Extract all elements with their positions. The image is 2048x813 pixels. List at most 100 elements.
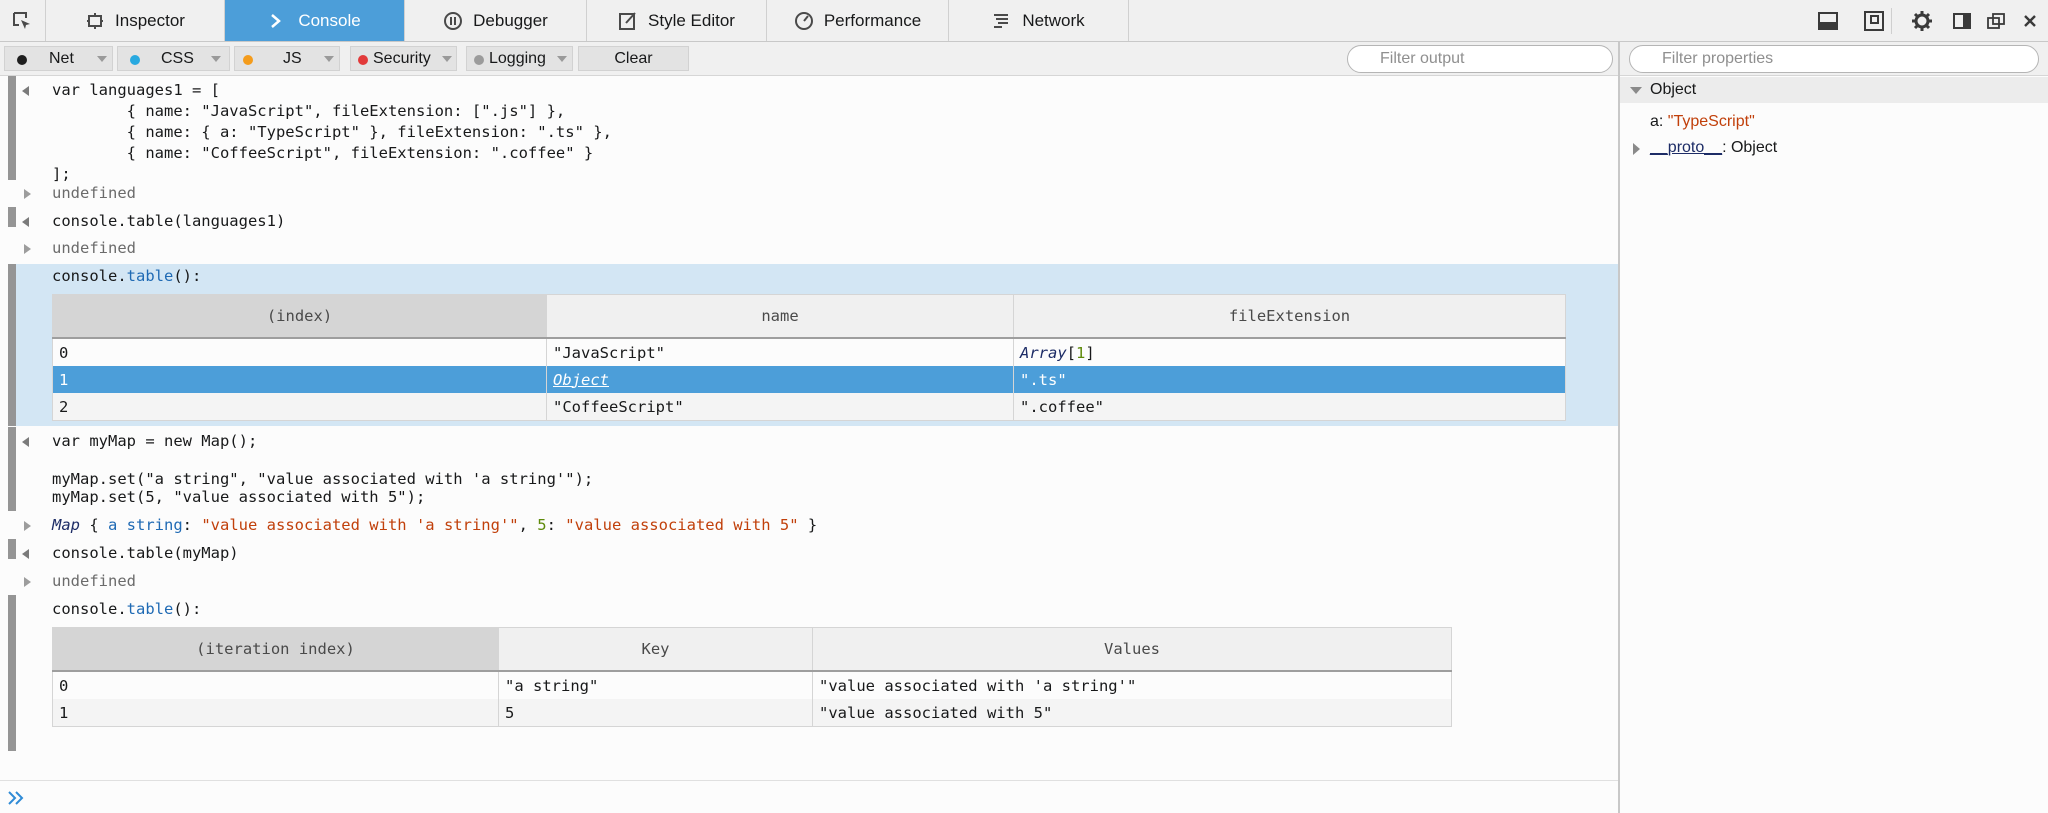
message-gutter	[8, 427, 16, 511]
table-row[interactable]: 0 "JavaScript" Array[1]	[52, 337, 1566, 366]
prompt-chevron-icon	[8, 791, 24, 805]
style-editor-icon	[618, 11, 638, 31]
table-row[interactable]: 0 "a string" "value associated with 'a s…	[52, 670, 1452, 699]
result-undefined: undefined	[52, 572, 136, 590]
map-output[interactable]: Map { a string: "value associated with '…	[52, 515, 817, 536]
undock-window-icon	[1987, 12, 2005, 29]
message-gutter	[8, 539, 16, 559]
table-cell: "value associated with 'a string'"	[812, 670, 1452, 699]
table-row[interactable]: 2 "CoffeeScript" ".coffee"	[52, 393, 1566, 421]
table-row-selected[interactable]: 1 Object ".ts"	[52, 366, 1566, 393]
expanded-arrow-icon	[1630, 87, 1642, 94]
table-cell: 2	[52, 393, 547, 421]
table-cell: 5	[498, 699, 813, 727]
dropdown-arrow-icon	[557, 56, 567, 62]
dock-side-button[interactable]	[1950, 0, 1974, 41]
tab-label: Console	[298, 10, 361, 30]
table-cell[interactable]: Object	[546, 366, 1014, 393]
column-header[interactable]: Key	[498, 627, 813, 672]
inspector-icon	[85, 11, 105, 31]
tab-debugger[interactable]: Debugger	[405, 0, 587, 41]
scope-title: Object	[1650, 81, 1697, 98]
scratchpad-button[interactable]	[1862, 0, 1886, 41]
column-header[interactable]: fileExtension	[1013, 294, 1566, 339]
console-table: (index) name fileExtension 0 "JavaScript…	[52, 294, 1566, 421]
variables-view-panel: Object a: "TypeScript" __proto__: Object	[1620, 42, 2048, 813]
filter-properties-input[interactable]	[1629, 45, 2039, 73]
input-arrow-icon	[22, 549, 29, 559]
filter-logging-button[interactable]: Logging	[466, 46, 573, 71]
filter-label: JS	[283, 50, 302, 67]
undock-window-button[interactable]	[1984, 0, 2008, 41]
column-header[interactable]: Values	[812, 627, 1452, 672]
code-line: var myMap = new Map();	[52, 432, 258, 450]
code-line: console.table(myMap)	[52, 544, 239, 562]
column-header[interactable]: (iteration index)	[52, 627, 499, 672]
code-line: myMap.set(5, "value associated with 5");	[52, 488, 426, 506]
output-arrow-icon[interactable]	[24, 189, 31, 199]
element-picker-button[interactable]	[0, 0, 46, 41]
clear-button[interactable]: Clear	[578, 46, 689, 71]
filter-label: Net	[49, 50, 74, 67]
tab-performance[interactable]: Performance	[767, 0, 949, 41]
console-icon	[268, 11, 288, 31]
table-header-row: (iteration index) Key Values	[52, 627, 1452, 672]
toolbar-divider	[1891, 8, 1892, 34]
result-undefined: undefined	[52, 184, 136, 202]
table-cell: 1	[52, 699, 499, 727]
column-header[interactable]: (index)	[52, 294, 547, 339]
devtools-toolbar: Inspector Console Debugger Style Editor …	[0, 0, 2048, 42]
scratchpad-icon	[1864, 10, 1884, 31]
net-dot-icon	[17, 55, 27, 65]
tab-style-editor[interactable]: Style Editor	[587, 0, 767, 41]
split-console-icon	[1818, 11, 1838, 30]
table-cell: 0	[52, 337, 547, 366]
console-table-label: console.table():	[52, 267, 202, 285]
filter-css-button[interactable]: CSS	[117, 46, 230, 71]
object-scope-header[interactable]: Object	[1620, 77, 2048, 103]
table-cell: 1	[52, 366, 547, 393]
property-row-proto[interactable]: __proto__: Object	[1620, 138, 2048, 160]
tab-console[interactable]: Console	[225, 0, 405, 41]
network-icon	[992, 11, 1012, 31]
tab-label: Style Editor	[648, 10, 735, 30]
properties-filter-bar	[1620, 42, 2048, 76]
output-arrow-icon[interactable]	[24, 521, 31, 531]
console-input[interactable]	[32, 785, 1596, 811]
property-value: "TypeScript"	[1667, 113, 1755, 130]
filter-net-button[interactable]: Net	[4, 46, 113, 71]
table-cell[interactable]: Array[1]	[1013, 337, 1566, 366]
element-picker-icon	[13, 12, 30, 29]
table-cell: "value associated with 5"	[812, 699, 1452, 727]
console-output[interactable]: var languages1 = [ { name: "JavaScript",…	[0, 76, 1618, 780]
property-row[interactable]: a: "TypeScript"	[1650, 113, 1755, 131]
split-console-button[interactable]	[1816, 0, 1840, 41]
message-gutter	[8, 207, 16, 227]
code-line: var languages1 = [	[52, 81, 220, 99]
column-header[interactable]: name	[546, 294, 1014, 339]
console-table: (iteration index) Key Values 0 "a string…	[52, 627, 1452, 727]
output-arrow-icon[interactable]	[24, 577, 31, 587]
close-toolbox-button[interactable]	[2018, 0, 2042, 41]
object-link[interactable]: Object	[553, 371, 609, 389]
output-arrow-icon[interactable]	[24, 244, 31, 254]
table-row[interactable]: 1 5 "value associated with 5"	[52, 699, 1452, 727]
dropdown-arrow-icon	[97, 56, 107, 62]
dropdown-arrow-icon	[324, 56, 334, 62]
filter-security-button[interactable]: Security	[350, 46, 457, 71]
dropdown-arrow-icon	[211, 56, 221, 62]
filter-output-input[interactable]	[1347, 45, 1613, 73]
property-name: __proto__	[1650, 139, 1723, 156]
settings-button[interactable]	[1910, 0, 1934, 41]
tab-inspector[interactable]: Inspector	[46, 0, 225, 41]
table-cell: 0	[52, 670, 499, 699]
collapsed-arrow-icon[interactable]	[1633, 143, 1640, 155]
settings-gear-icon	[1912, 10, 1932, 31]
performance-icon	[794, 11, 814, 31]
filter-js-button[interactable]: JS	[234, 46, 340, 71]
table-cell: "JavaScript"	[546, 337, 1014, 366]
security-dot-icon	[358, 55, 368, 65]
console-table-label: console.table():	[52, 600, 202, 618]
tab-network[interactable]: Network	[949, 0, 1129, 41]
close-icon	[2024, 14, 2036, 27]
